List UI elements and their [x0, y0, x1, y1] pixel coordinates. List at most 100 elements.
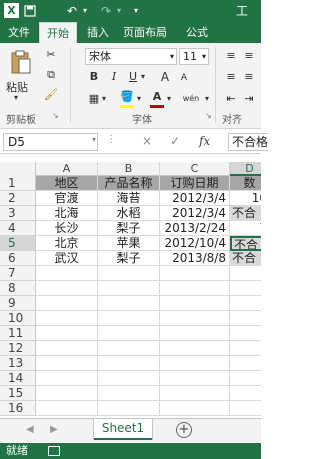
cell-c10[interactable] [160, 311, 230, 326]
cell-c7[interactable] [160, 266, 230, 281]
cell-d14[interactable] [230, 371, 261, 386]
cell-d16[interactable] [230, 401, 261, 416]
cell-c2[interactable]: 2012/3/4 [160, 191, 230, 206]
column-header-b[interactable]: B [98, 162, 160, 176]
align-left-icon[interactable]: ≡ [222, 69, 240, 85]
cut-icon[interactable]: ✂ [42, 47, 60, 63]
cell-d11[interactable] [230, 326, 261, 341]
cell-d2[interactable]: 10 [230, 191, 261, 206]
cell-c4[interactable]: 2013/2/24 [160, 221, 230, 236]
cell-a9[interactable] [36, 296, 98, 311]
cell-b5[interactable]: 苹果 [98, 236, 160, 251]
font-size-select[interactable]: 11 ▾ [179, 48, 209, 65]
add-sheet-button[interactable]: + [176, 422, 192, 438]
clipboard-launcher-icon[interactable]: ↘ [52, 111, 59, 120]
tab-insert[interactable]: 插入 [81, 22, 115, 43]
cell-b16[interactable] [98, 401, 160, 416]
cell-b14[interactable] [98, 371, 160, 386]
cell-a1[interactable]: 地区 [36, 176, 98, 191]
row-header[interactable]: 14 [0, 371, 36, 386]
cell-d15[interactable] [230, 386, 261, 401]
row-header[interactable]: 2 [0, 191, 36, 206]
cell-b10[interactable] [98, 311, 160, 326]
bold-button[interactable]: B [85, 69, 103, 85]
cell-b7[interactable] [98, 266, 160, 281]
format-painter-icon[interactable]: 🖌 [42, 87, 60, 103]
cell-a5[interactable]: 北京 [36, 236, 98, 251]
row-header[interactable]: 16 [0, 401, 36, 416]
cell-a6[interactable]: 武汉 [36, 251, 98, 266]
undo-button[interactable]: ↶ [64, 1, 80, 21]
macro-record-icon[interactable] [48, 446, 60, 456]
underline-dropdown-icon[interactable]: ▾ [138, 69, 148, 85]
row-header[interactable]: 13 [0, 356, 36, 371]
italic-button[interactable]: I [105, 69, 123, 85]
cell-c5[interactable]: 2012/10/4 [160, 236, 230, 251]
cell-c3[interactable]: 2012/3/4 [160, 206, 230, 221]
phonetic-dropdown-icon[interactable]: ▾ [202, 91, 212, 107]
cell-c9[interactable] [160, 296, 230, 311]
phonetic-guide-button[interactable]: wén [180, 91, 202, 107]
cell-d9[interactable] [230, 296, 261, 311]
cell-b8[interactable] [98, 281, 160, 296]
scroll-left-icon[interactable]: ◀ [26, 424, 34, 435]
font-color-dropdown-icon[interactable]: ▾ [164, 91, 174, 107]
cancel-icon[interactable]: × [142, 134, 152, 148]
cell-a15[interactable] [36, 386, 98, 401]
cell-b1[interactable]: 产品名称 [98, 176, 160, 191]
cell-d12[interactable] [230, 341, 261, 356]
cell-a8[interactable] [36, 281, 98, 296]
cell-c13[interactable] [160, 356, 230, 371]
formula-input[interactable]: 不合格 [228, 133, 268, 151]
row-header[interactable]: 12 [0, 341, 36, 356]
cell-c16[interactable] [160, 401, 230, 416]
select-all-corner[interactable] [0, 162, 36, 176]
cell-b12[interactable] [98, 341, 160, 356]
cell-b2[interactable]: 海苔 [98, 191, 160, 206]
sheet-tab-sheet1[interactable]: Sheet1 [94, 419, 152, 440]
increase-indent-icon[interactable]: ⇥ [240, 91, 258, 107]
cell-a7[interactable] [36, 266, 98, 281]
decrease-indent-icon[interactable]: ⇤ [222, 91, 240, 107]
cell-d6[interactable]: 不合 [230, 251, 261, 266]
redo-dropdown-icon[interactable]: ▾ [114, 1, 124, 21]
shrink-font-button[interactable]: A [175, 70, 193, 86]
cell-a12[interactable] [36, 341, 98, 356]
row-header[interactable]: 7 [0, 266, 36, 281]
grow-font-button[interactable]: A [156, 69, 174, 85]
cell-a3[interactable]: 北海 [36, 206, 98, 221]
cell-b15[interactable] [98, 386, 160, 401]
cell-d13[interactable] [230, 356, 261, 371]
cell-d8[interactable] [230, 281, 261, 296]
tab-file[interactable]: 文件 [0, 22, 38, 43]
cell-a4[interactable]: 长沙 [36, 221, 98, 236]
cell-b11[interactable] [98, 326, 160, 341]
cell-c8[interactable] [160, 281, 230, 296]
save-icon[interactable] [22, 1, 38, 21]
cell-b13[interactable] [98, 356, 160, 371]
cell-c14[interactable] [160, 371, 230, 386]
row-header[interactable]: 10 [0, 311, 36, 326]
enter-icon[interactable]: ✓ [170, 134, 180, 148]
cell-d3[interactable]: 不合 [230, 206, 261, 221]
row-header[interactable]: 9 [0, 296, 36, 311]
customize-qat-icon[interactable]: ▾ [131, 1, 141, 21]
tab-formulas[interactable]: 公式 [177, 22, 217, 43]
cell-b9[interactable] [98, 296, 160, 311]
cell-c6[interactable]: 2013/8/8 [160, 251, 230, 266]
cell-d1[interactable]: 数 [230, 176, 261, 191]
row-header[interactable]: 1 [0, 176, 36, 191]
cell-c15[interactable] [160, 386, 230, 401]
cell-a14[interactable] [36, 371, 98, 386]
row-header[interactable]: 4 [0, 221, 36, 236]
column-header-a[interactable]: A [36, 162, 98, 176]
cell-c1[interactable]: 订购日期 [160, 176, 230, 191]
tab-home[interactable]: 开始 [39, 22, 77, 43]
row-header[interactable]: 15 [0, 386, 36, 401]
paste-dropdown-icon[interactable]: ▾ [14, 93, 18, 102]
paste-icon[interactable] [10, 49, 32, 75]
name-box-dropdown-icon[interactable]: ▾ [92, 135, 96, 144]
undo-dropdown-icon[interactable]: ▾ [80, 1, 90, 21]
cell-c12[interactable] [160, 341, 230, 356]
fill-color-dropdown-icon[interactable]: ▾ [134, 91, 144, 107]
